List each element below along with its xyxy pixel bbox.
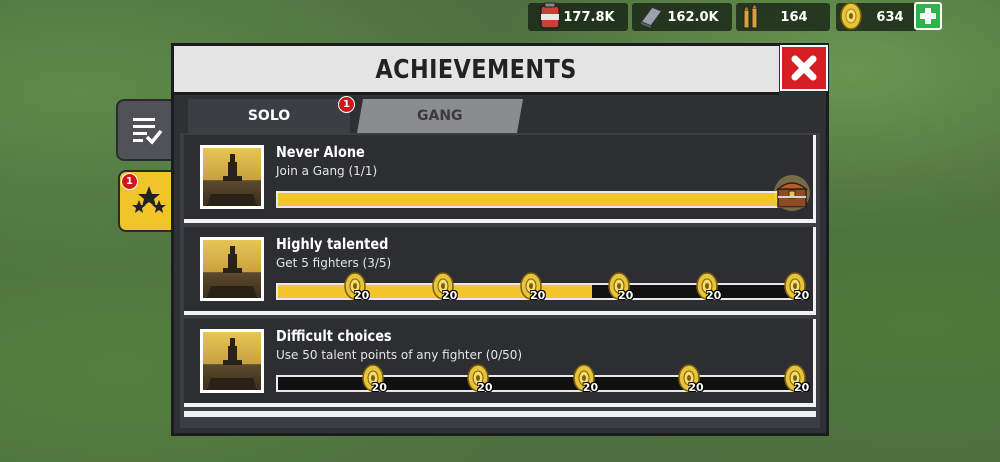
achievement-thumbnail bbox=[200, 145, 264, 209]
achievement-thumbnail bbox=[200, 329, 264, 393]
reward-amount: 20 bbox=[477, 381, 493, 394]
close-icon bbox=[791, 55, 817, 81]
achievement-card: Highly talented Get 5 fighters (3/5) 20 2… bbox=[184, 227, 816, 315]
stars-icon bbox=[132, 186, 166, 213]
achievement-card: Never Alone Join a Gang (1/1) bbox=[184, 135, 816, 223]
reward-amount: 20 bbox=[442, 289, 458, 302]
reward-amount: 20 bbox=[618, 289, 634, 302]
reward-chest-icon[interactable] bbox=[772, 173, 812, 213]
achievement-thumbnail bbox=[200, 237, 264, 301]
reward-amount: 20 bbox=[582, 381, 599, 394]
window-title: ACHIEVEMENTS bbox=[375, 55, 578, 85]
metal-plate-icon bbox=[639, 6, 664, 28]
achievement-description: Join a Gang (1/1) bbox=[276, 164, 378, 178]
plus-icon bbox=[920, 8, 936, 24]
reward-amount: 20 bbox=[530, 289, 546, 302]
close-button[interactable] bbox=[780, 45, 828, 91]
next-card-edge bbox=[184, 411, 816, 417]
achievement-title: Difficult choices bbox=[276, 327, 392, 345]
trophy-statue-icon bbox=[207, 246, 257, 298]
tab-gang-label: GANG bbox=[417, 108, 463, 124]
fuel-canister-icon bbox=[540, 2, 560, 29]
solo-tab-badge: 1 bbox=[338, 96, 355, 113]
achievement-title: Never Alone bbox=[276, 143, 365, 161]
progress-bar bbox=[276, 375, 804, 392]
tab-gang[interactable]: GANG bbox=[357, 99, 523, 133]
reward-amount: 20 bbox=[794, 289, 810, 302]
achievement-title: Highly talented bbox=[276, 235, 389, 253]
achievements-window: ACHIEVEMENTS SOLO 1 GANG Never Alone Joi… bbox=[171, 43, 829, 436]
gold-coin-icon bbox=[840, 2, 862, 30]
tab-solo-label: SOLO bbox=[247, 108, 291, 124]
checklist-icon bbox=[133, 118, 163, 145]
achievement-description: Use 50 talent points of any fighter (0/5… bbox=[276, 348, 523, 362]
tab-solo[interactable]: SOLO bbox=[188, 99, 350, 133]
progress-fill bbox=[278, 193, 802, 206]
ammo-bullets-icon bbox=[743, 4, 758, 29]
sidetab-missions[interactable] bbox=[116, 99, 178, 161]
reward-amount: 20 bbox=[688, 381, 704, 394]
reward-amount: 20 bbox=[371, 381, 387, 394]
title-bar: ACHIEVEMENTS bbox=[174, 46, 779, 95]
reward-amount: 20 bbox=[794, 381, 810, 394]
achievement-description: Get 5 fighters (3/5) bbox=[276, 256, 392, 270]
achievement-card: Difficult choices Use 50 talent points o… bbox=[184, 319, 816, 407]
add-gold-button[interactable] bbox=[914, 2, 942, 30]
trophy-statue-icon bbox=[207, 338, 257, 390]
reward-amount: 20 bbox=[354, 289, 370, 302]
trophy-statue-icon bbox=[207, 154, 257, 206]
progress-bar bbox=[276, 191, 804, 208]
reward-amount: 20 bbox=[706, 289, 722, 302]
achievements-notification-badge: 1 bbox=[121, 173, 138, 190]
achievements-list[interactable]: Never Alone Join a Gang (1/1) Highly tal… bbox=[180, 133, 820, 428]
